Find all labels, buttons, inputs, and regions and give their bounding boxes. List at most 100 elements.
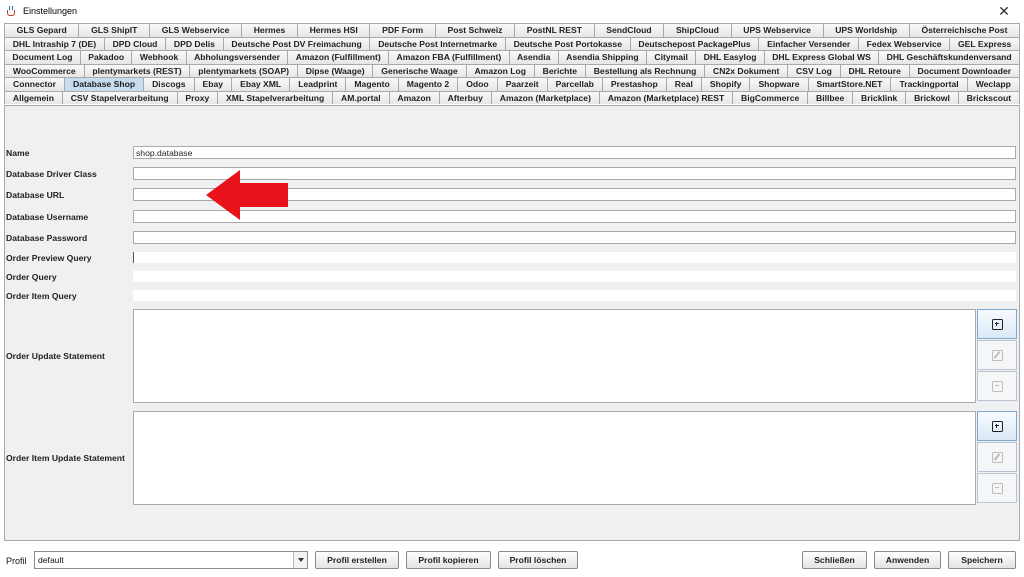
tab-database-shop[interactable]: Database Shop (63, 77, 144, 91)
tab-discogs[interactable]: Discogs (143, 77, 194, 91)
tab-bigcommerce[interactable]: BigCommerce (732, 90, 808, 104)
tab-billbee[interactable]: Billbee (807, 90, 853, 104)
tab-dpd-delis[interactable]: DPD Delis (165, 36, 223, 50)
anwenden-button[interactable]: Anwenden (874, 551, 941, 569)
tab-dhl-retoure[interactable]: DHL Retoure (839, 63, 909, 77)
tab-plentymarkets-rest[interactable]: plentymarkets (REST) (83, 63, 190, 77)
tab-leadprint[interactable]: Leadprint (289, 77, 346, 91)
remove-item-update-statement-button[interactable] (977, 473, 1017, 503)
tab-dipse-waage[interactable]: Dipse (Waage) (296, 63, 373, 77)
order-preview-query-field[interactable] (133, 252, 1016, 263)
tab-connector[interactable]: Connector (4, 77, 64, 91)
tab-trackingportal[interactable]: Trackingportal (890, 77, 967, 91)
tab-cn2x-dokument[interactable]: CN2x Dokument (704, 63, 788, 77)
tab-amazon-marketplace[interactable]: Amazon (Marketplace) (490, 90, 599, 104)
schliessen-button[interactable]: Schließen (802, 551, 867, 569)
tab-asendia-shipping[interactable]: Asendia Shipping (557, 50, 647, 64)
tab-proxy[interactable]: Proxy (176, 90, 218, 104)
tab-prestashop[interactable]: Prestashop (601, 77, 666, 91)
tab-bestellung-als-rechnung[interactable]: Bestellung als Rechnung (584, 63, 705, 77)
tab-ebay-xml[interactable]: Ebay XML (231, 77, 290, 91)
edit-item-update-statement-button[interactable] (977, 442, 1017, 472)
order-item-update-statement-field[interactable] (133, 411, 976, 505)
tab-brickowl[interactable]: Brickowl (905, 90, 958, 104)
add-item-update-statement-button[interactable] (977, 411, 1017, 441)
tab-hermes-hsi[interactable]: Hermes HSI (296, 23, 370, 37)
tab-dpd-cloud[interactable]: DPD Cloud (103, 36, 166, 50)
chevron-down-icon[interactable] (293, 552, 307, 568)
order-update-statement-field[interactable] (133, 309, 976, 403)
tab-magento-2[interactable]: Magento 2 (397, 77, 458, 91)
tab-dhl-geschäftskundenversand[interactable]: DHL Geschäftskundenversand (878, 50, 1020, 64)
tab-amazon-fulfillment[interactable]: Amazon (Fulfillment) (287, 50, 389, 64)
tab-deutsche-post-dv-freimachung[interactable]: Deutsche Post DV Freimachung (222, 36, 370, 50)
tab-csv-stapelverarbeitung[interactable]: CSV Stapelverarbeitung (61, 90, 177, 104)
tab-post-schweiz[interactable]: Post Schweiz (434, 23, 515, 37)
tab-sendcloud[interactable]: SendCloud (593, 23, 664, 37)
profil-kopieren-button[interactable]: Profil kopieren (406, 551, 491, 569)
tab-magento[interactable]: Magento (345, 77, 398, 91)
tab-ebay[interactable]: Ebay (193, 77, 232, 91)
database-password-field[interactable] (133, 231, 1016, 244)
tab-gel-express[interactable]: GEL Express (949, 36, 1021, 50)
name-field[interactable] (133, 146, 1016, 159)
tab-document-downloader[interactable]: Document Downloader (908, 63, 1020, 77)
remove-update-statement-button[interactable] (977, 371, 1017, 401)
tab-pakadoo[interactable]: Pakadoo (79, 50, 132, 64)
tab-real[interactable]: Real (665, 77, 701, 91)
tab-fedex-webservice[interactable]: Fedex Webservice (857, 36, 950, 50)
tab-deutschepost-packageplus[interactable]: Deutschepost PackagePlus (629, 36, 759, 50)
tab-parcellab[interactable]: Parcellab (546, 77, 602, 91)
tab-dhl-intraship-7-de[interactable]: DHL Intraship 7 (DE) (4, 36, 104, 50)
tab-gls-gepard[interactable]: GLS Gepard (4, 23, 79, 37)
tab-amazon-log[interactable]: Amazon Log (465, 63, 534, 77)
tab-shopify[interactable]: Shopify (700, 77, 750, 91)
tab-weclapp[interactable]: Weclapp (966, 77, 1020, 91)
speichern-button[interactable]: Speichern (948, 551, 1016, 569)
profil-loeschen-button[interactable]: Profil löschen (498, 551, 578, 569)
tab-shipcloud[interactable]: ShipCloud (663, 23, 731, 37)
tab-paarzeit[interactable]: Paarzeit (496, 77, 547, 91)
order-query-field[interactable] (133, 271, 1016, 282)
tab-dhl-express-global-ws[interactable]: DHL Express Global WS (763, 50, 879, 64)
tab-am-portal[interactable]: AM.portal (332, 90, 389, 104)
order-item-query-field[interactable] (133, 290, 1016, 301)
profil-erstellen-button[interactable]: Profil erstellen (315, 551, 399, 569)
edit-update-statement-button[interactable] (977, 340, 1017, 370)
tab-amazon[interactable]: Amazon (388, 90, 439, 104)
tab-amazon-marketplace-rest[interactable]: Amazon (Marketplace) REST (598, 90, 733, 104)
tab-ups-worldship[interactable]: UPS Worldship (822, 23, 909, 37)
tab-csv-log[interactable]: CSV Log (787, 63, 840, 77)
tab-gls-webservice[interactable]: GLS Webservice (149, 23, 242, 37)
tab-deutsche-post-internetmarke[interactable]: Deutsche Post Internetmarke (369, 36, 505, 50)
tab-ups-webservice[interactable]: UPS Webservice (730, 23, 823, 37)
tab-gls-shipit[interactable]: GLS ShipIT (78, 23, 150, 37)
profil-select[interactable]: default (34, 551, 308, 569)
tab-abholungsversender[interactable]: Abholungsversender (185, 50, 288, 64)
tab-brickscout[interactable]: Brickscout (957, 90, 1020, 104)
tab-afterbuy[interactable]: Afterbuy (438, 90, 491, 104)
tab-document-log[interactable]: Document Log (4, 50, 80, 64)
tab-amazon-fba-fulfillment[interactable]: Amazon FBA (Fulfillment) (388, 50, 509, 64)
tab-bricklink[interactable]: Bricklink (852, 90, 906, 104)
tab-shopware[interactable]: Shopware (749, 77, 808, 91)
tab-berichte[interactable]: Berichte (533, 63, 585, 77)
tab-xml-stapelverarbeitung[interactable]: XML Stapelverarbeitung (217, 90, 333, 104)
tab-woocommerce[interactable]: WooCommerce (4, 63, 84, 77)
tab-postnl-rest[interactable]: PostNL REST (514, 23, 594, 37)
tab-allgemein[interactable]: Allgemein (4, 90, 62, 104)
tab-asendia[interactable]: Asendia (508, 50, 558, 64)
tab-einfacher-versender[interactable]: Einfacher Versender (758, 36, 858, 50)
tab-citymail[interactable]: Citymail (646, 50, 696, 64)
tab-dhl-easylog[interactable]: DHL Easylog (695, 50, 764, 64)
tab-generische-waage[interactable]: Generische Waage (372, 63, 466, 77)
add-update-statement-button[interactable] (977, 309, 1017, 339)
tab-odoo[interactable]: Odoo (457, 77, 497, 91)
tab-webhook[interactable]: Webhook (131, 50, 186, 64)
tab-plentymarkets-soap[interactable]: plentymarkets (SOAP) (189, 63, 297, 77)
window-close-button[interactable]: ✕ (984, 0, 1024, 22)
tab-smartstore-net[interactable]: SmartStore.NET (807, 77, 891, 91)
tab-pdf-form[interactable]: PDF Form (369, 23, 435, 37)
tab-deutsche-post-portokasse[interactable]: Deutsche Post Portokasse (504, 36, 630, 50)
tab-österreichische-post[interactable]: Österreichische Post (908, 23, 1021, 37)
